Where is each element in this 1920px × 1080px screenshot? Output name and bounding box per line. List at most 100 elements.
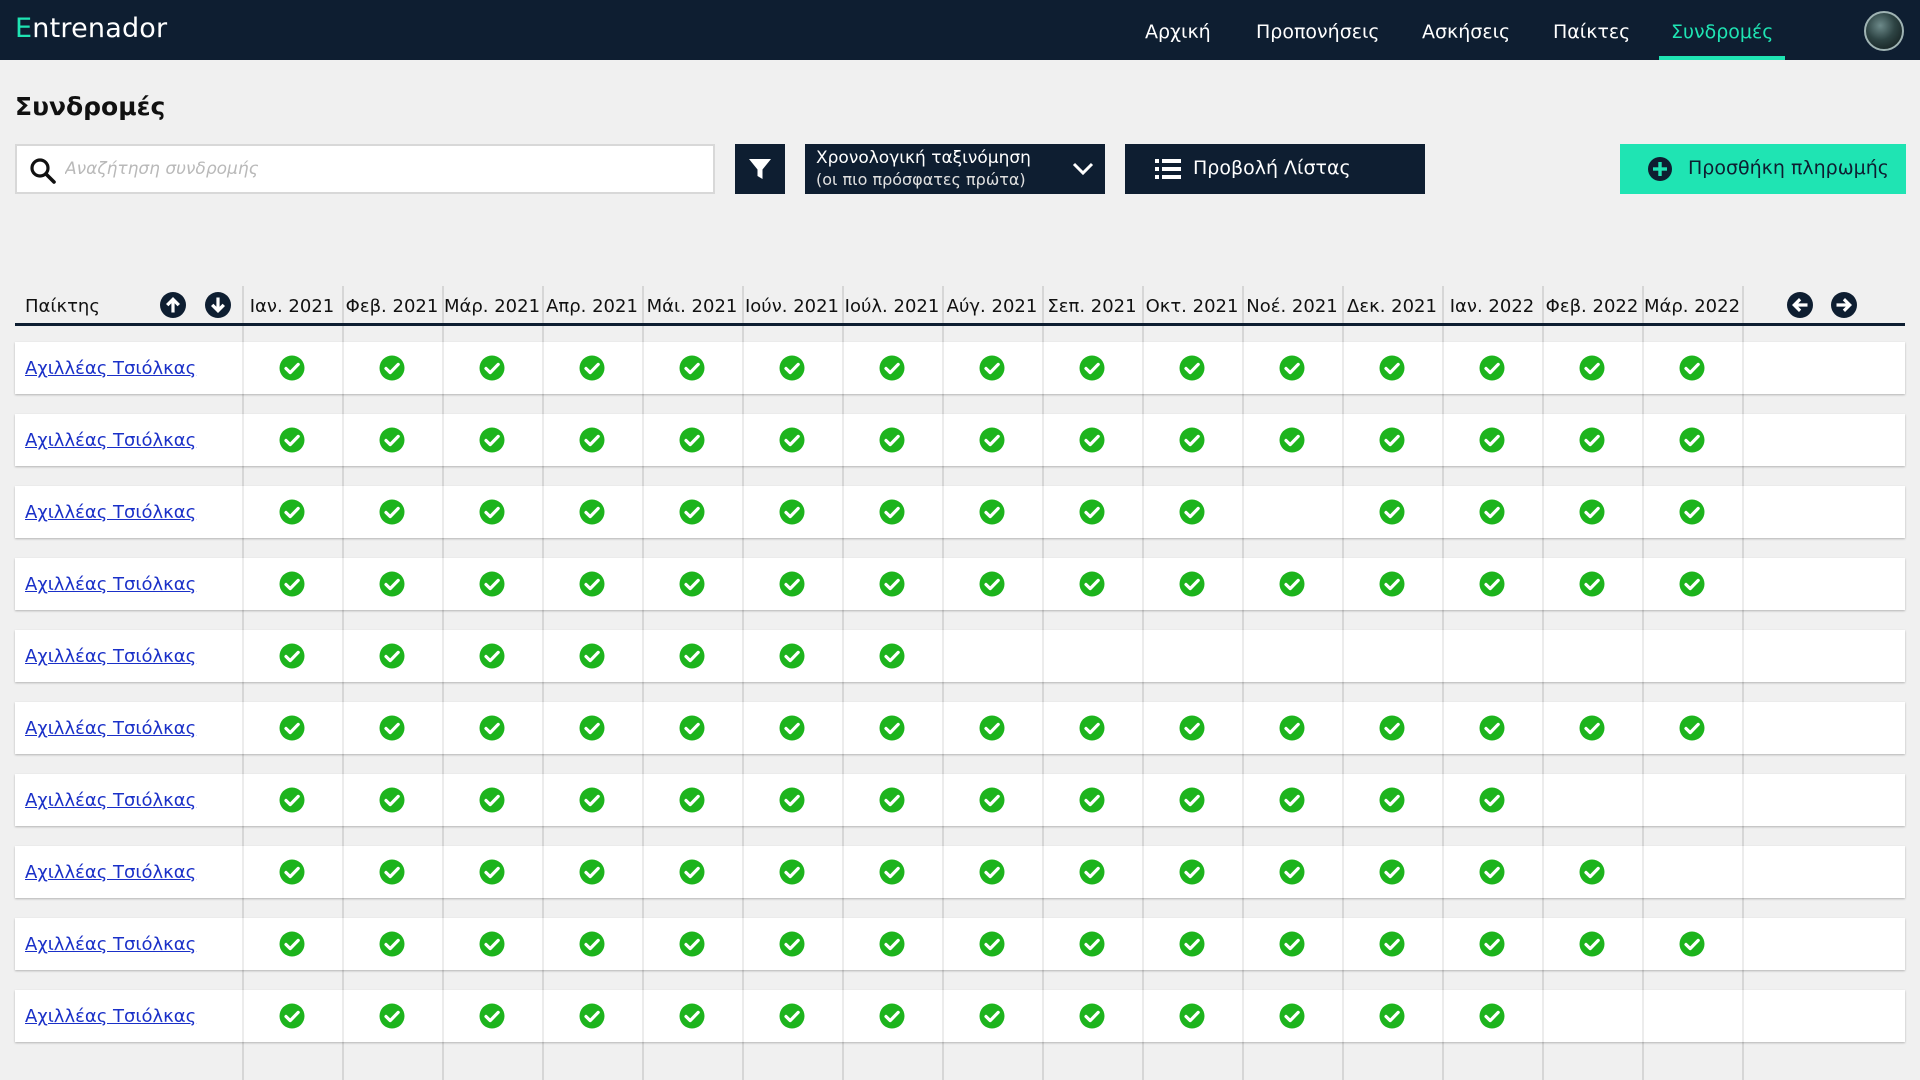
check-icon <box>379 499 405 525</box>
chevron-down-icon <box>1072 162 1094 176</box>
check-icon <box>1379 427 1405 453</box>
player-link[interactable]: Αχιλλέας Τσιόλκας <box>25 502 196 523</box>
search-box <box>15 144 715 194</box>
cell-divider <box>942 630 944 682</box>
cell-divider <box>542 702 544 754</box>
cell-divider <box>242 918 244 970</box>
player-link[interactable]: Αχιλλέας Τσιόλκας <box>25 646 196 667</box>
list-view-button[interactable]: Προβολή Λίστας <box>1125 144 1425 194</box>
add-payment-button[interactable]: Προσθήκη πληρωμής <box>1620 144 1906 194</box>
cell-divider <box>642 846 644 898</box>
cell-divider <box>1342 414 1344 466</box>
nav-trainings[interactable]: Προπονήσεις <box>1256 0 1380 60</box>
check-icon <box>579 427 605 453</box>
cell-divider <box>542 990 544 1042</box>
check-icon <box>1079 1003 1105 1029</box>
check-icon <box>1079 499 1105 525</box>
check-icon <box>579 571 605 597</box>
check-icon <box>479 859 505 885</box>
cell-divider <box>1742 630 1744 682</box>
check-icon <box>1379 355 1405 381</box>
nav-players[interactable]: Παίκτες <box>1553 0 1630 60</box>
check-icon <box>379 1003 405 1029</box>
check-icon <box>1279 715 1305 741</box>
sort-select[interactable]: Χρονολογική ταξινόμηση (οι πιο πρόσφατες… <box>805 144 1105 194</box>
cell-divider <box>1442 414 1444 466</box>
cell-divider <box>642 702 644 754</box>
sort-down-icon[interactable] <box>205 292 231 318</box>
cell-divider <box>342 702 344 754</box>
cell-divider <box>1542 342 1544 394</box>
cell-divider <box>442 774 444 826</box>
check-icon <box>279 715 305 741</box>
arrow-left-icon[interactable] <box>1787 292 1813 318</box>
player-link[interactable]: Αχιλλέας Τσιόλκας <box>25 358 196 379</box>
cell-divider <box>542 558 544 610</box>
cell-divider <box>642 486 644 538</box>
nav-exercises[interactable]: Ασκήσεις <box>1422 0 1510 60</box>
check-icon <box>979 859 1005 885</box>
player-link[interactable]: Αχιλλέας Τσιόλκας <box>25 1006 196 1027</box>
cell-divider <box>1042 558 1044 610</box>
cell-divider <box>1442 558 1444 610</box>
cell-divider <box>242 558 244 610</box>
check-icon <box>1679 499 1705 525</box>
arrow-right-icon[interactable] <box>1831 292 1857 318</box>
player-link[interactable]: Αχιλλέας Τσιόλκας <box>25 790 196 811</box>
check-icon <box>579 355 605 381</box>
cell-divider <box>742 558 744 610</box>
check-icon <box>1379 571 1405 597</box>
player-link[interactable]: Αχιλλέας Τσιόλκας <box>25 862 196 883</box>
cell-divider <box>942 342 944 394</box>
check-icon <box>779 787 805 813</box>
cell-divider <box>1742 558 1744 610</box>
header-month: Ιαν. 2021 <box>249 296 335 317</box>
check-icon <box>479 427 505 453</box>
check-icon <box>1079 787 1105 813</box>
filter-button[interactable] <box>735 144 785 194</box>
header-month: Μάρ. 2022 <box>1643 296 1741 317</box>
cell-divider <box>342 558 344 610</box>
cell-divider <box>342 342 344 394</box>
nav-home[interactable]: Αρχική <box>1145 0 1211 60</box>
check-icon <box>779 427 805 453</box>
cell-divider <box>642 630 644 682</box>
cell-divider <box>1342 918 1344 970</box>
cell-divider <box>1042 846 1044 898</box>
check-icon <box>1179 1003 1205 1029</box>
check-icon <box>779 859 805 885</box>
check-icon <box>379 931 405 957</box>
nav-subscriptions[interactable]: Συνδρομές <box>1658 0 1786 60</box>
check-icon <box>479 931 505 957</box>
sort-up-icon[interactable] <box>160 292 186 318</box>
cell-divider <box>742 846 744 898</box>
cell-divider <box>1742 918 1744 970</box>
check-icon <box>1179 355 1205 381</box>
app-logo[interactable]: Entrenador <box>15 13 167 44</box>
check-icon <box>1079 859 1105 885</box>
player-link[interactable]: Αχιλλέας Τσιόλκας <box>25 934 196 955</box>
check-icon <box>1279 931 1305 957</box>
cell-divider <box>442 342 444 394</box>
cell-divider <box>542 630 544 682</box>
check-icon <box>1179 859 1205 885</box>
check-icon <box>979 571 1005 597</box>
cell-divider <box>1642 558 1644 610</box>
check-icon <box>779 715 805 741</box>
sort-select-sublabel: (οι πιο πρόσφατες πρώτα) <box>816 170 1026 189</box>
header-month: Απρ. 2021 <box>546 296 638 317</box>
search-input[interactable] <box>65 146 705 192</box>
cell-divider <box>1042 702 1044 754</box>
cell-divider <box>1442 774 1444 826</box>
check-icon <box>1379 499 1405 525</box>
user-avatar[interactable] <box>1864 11 1904 51</box>
cell-divider <box>1342 486 1344 538</box>
player-link[interactable]: Αχιλλέας Τσιόλκας <box>25 574 196 595</box>
player-link[interactable]: Αχιλλέας Τσιόλκας <box>25 430 196 451</box>
cell-divider <box>242 702 244 754</box>
cell-divider <box>842 918 844 970</box>
check-icon <box>1579 499 1605 525</box>
player-link[interactable]: Αχιλλέας Τσιόλκας <box>25 718 196 739</box>
cell-divider <box>742 918 744 970</box>
plus-circle-icon <box>1648 157 1672 181</box>
